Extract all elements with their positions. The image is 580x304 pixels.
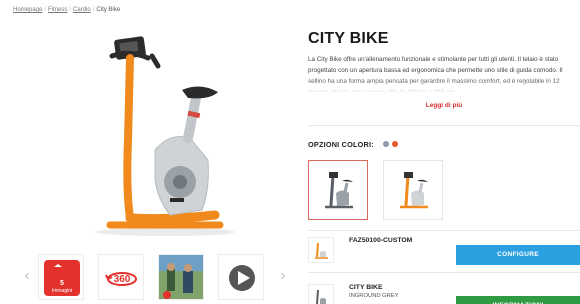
product-title: CITY BIKE — [308, 30, 389, 47]
thumbnail-strip: ‹ 5 Immagini 360 › — [20, 254, 290, 302]
breadcrumb: Homepage / Fitness / Cardio / City Bike — [13, 7, 120, 13]
product-main-image[interactable] — [70, 20, 245, 240]
images-icon: 5 Immagini — [44, 260, 80, 296]
variant-thumbnail — [308, 237, 334, 263]
color-swatch-grey[interactable] — [383, 141, 389, 147]
chevron-left-icon[interactable]: ‹ — [20, 266, 34, 286]
variant-name: CITY BIKE — [349, 284, 383, 291]
bike-orange-small-icon — [315, 242, 328, 259]
breadcrumb-separator: / — [92, 7, 95, 13]
color-swatch-orange[interactable] — [392, 141, 398, 147]
color-option-orange[interactable] — [383, 160, 443, 220]
thumbnail-photo[interactable] — [158, 254, 204, 300]
variant-code: FAZ50100-CUSTOM — [349, 237, 413, 244]
product-info: CITY BIKE La City Bike offre un'allename… — [308, 0, 580, 304]
divider — [308, 272, 580, 273]
breadcrumb-link-fitness[interactable]: Fitness — [48, 7, 67, 13]
thumbnail-video[interactable] — [218, 254, 264, 300]
svg-text:5: 5 — [60, 280, 64, 287]
divider — [308, 125, 580, 126]
thumbnail-360[interactable]: 360 — [98, 254, 144, 300]
info-button[interactable]: INFORMAZIONI — [456, 296, 580, 304]
svg-text:Immagini: Immagini — [52, 288, 72, 294]
breadcrumb-link-homepage[interactable]: Homepage — [13, 7, 42, 13]
thumbnail-images[interactable]: 5 Immagini — [38, 254, 84, 300]
color-option-grey[interactable] — [308, 160, 368, 220]
chevron-right-icon[interactable]: › — [276, 266, 290, 286]
variant-thumbnail — [308, 284, 334, 304]
play-icon — [229, 265, 255, 291]
description-fade — [308, 78, 580, 94]
bike-orange-thumbnail — [400, 172, 428, 209]
photo-icon — [159, 255, 203, 299]
configure-button[interactable]: CONFIGURE — [456, 245, 580, 265]
color-options-label: OPZIONI COLORI: — [308, 140, 374, 149]
variant-row: CITY BIKE INGROUND GREY INFORMAZIONI — [308, 280, 580, 304]
bike-grey-thumbnail — [325, 172, 353, 209]
breadcrumb-current: City Bike — [96, 7, 121, 13]
read-more-link[interactable]: Leggi di più — [308, 102, 580, 109]
variant-row: FAZ50100-CUSTOM CONFIGURE — [308, 233, 580, 269]
divider — [308, 230, 580, 231]
svg-text:360: 360 — [114, 274, 131, 285]
breadcrumb-separator: / — [69, 7, 72, 13]
bike-grey-small-icon — [316, 289, 326, 304]
breadcrumb-link-cardio[interactable]: Cardio — [73, 7, 91, 13]
breadcrumb-separator: / — [44, 7, 47, 13]
exercise-bike-illustration — [95, 36, 235, 236]
variant-subtitle: INGROUND GREY — [349, 293, 399, 299]
rotate-360-icon: 360 — [105, 272, 137, 286]
